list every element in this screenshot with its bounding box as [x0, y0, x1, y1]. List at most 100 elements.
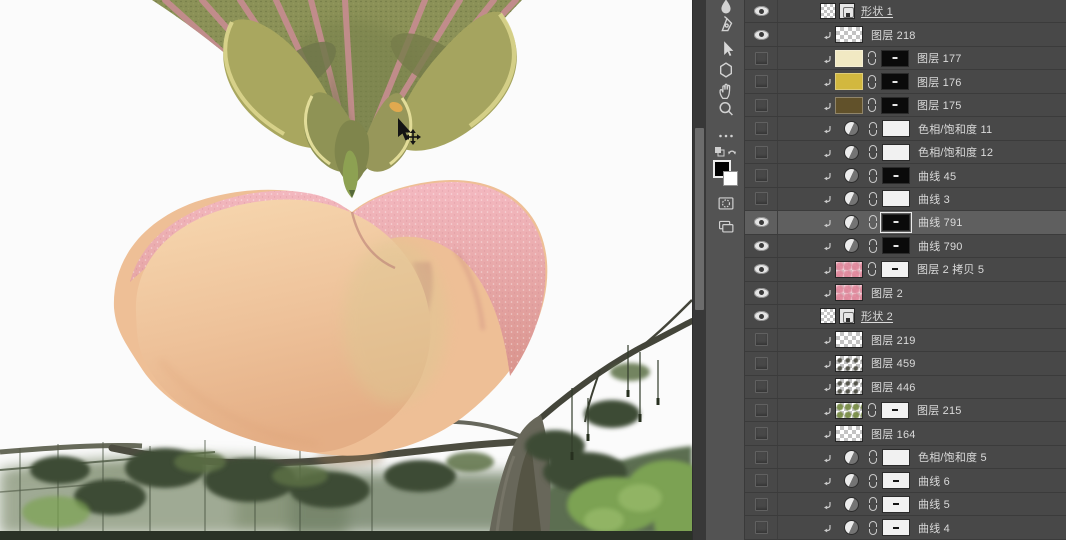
layer-row[interactable]: 曲线 4 — [745, 516, 1066, 540]
layer-visibility-toggle[interactable] — [745, 23, 778, 46]
layer-mask-thumbnail[interactable] — [881, 96, 909, 114]
layer-mask-thumbnail[interactable] — [881, 401, 909, 419]
layer-row[interactable]: 曲线 3 — [745, 187, 1066, 212]
layer-thumbnail[interactable] — [835, 49, 863, 67]
document-canvas[interactable] — [0, 0, 692, 540]
layer-name[interactable]: 图层 2 — [871, 285, 903, 301]
layer-mask-thumbnail[interactable] — [882, 237, 910, 255]
layer-thumbnail[interactable] — [835, 354, 863, 372]
layer-visibility-toggle[interactable] — [745, 422, 778, 445]
layer-visibility-toggle[interactable] — [745, 70, 778, 93]
layer-thumbnail[interactable] — [835, 96, 863, 114]
layer-visibility-toggle[interactable] — [745, 352, 778, 375]
adjustment-layer-icon[interactable] — [844, 168, 859, 184]
layer-visibility-toggle[interactable] — [745, 258, 778, 281]
layer-name[interactable]: 图层 446 — [871, 379, 916, 395]
layer-visibility-toggle[interactable] — [745, 187, 778, 211]
layer-row[interactable]: 图层 164 — [745, 422, 1066, 446]
layer-name[interactable]: 曲线 791 — [918, 214, 963, 230]
layer-row[interactable]: 图层 2 拷贝 5 — [745, 258, 1066, 282]
layer-visibility-toggle[interactable] — [745, 0, 778, 23]
canvas-scrollbar[interactable] — [692, 0, 706, 540]
layer-row[interactable]: 图层 176 — [745, 70, 1066, 94]
layer-name[interactable]: 色相/饱和度 12 — [918, 144, 993, 160]
layer-name[interactable]: 图层 164 — [871, 426, 916, 442]
layer-row[interactable]: 色相/饱和度 5 — [745, 445, 1066, 470]
layer-name[interactable]: 曲线 5 — [918, 496, 950, 512]
layer-row[interactable]: 曲线 45 — [745, 164, 1066, 188]
layer-mask-thumbnail[interactable] — [882, 448, 910, 466]
adjustment-layer-icon[interactable] — [844, 191, 859, 207]
layer-row[interactable]: 曲线 5 — [745, 492, 1066, 517]
layer-thumbnail[interactable] — [835, 260, 863, 278]
layer-row[interactable]: 曲线 791 — [745, 211, 1066, 235]
layer-row[interactable]: 色相/饱和度 11 — [745, 117, 1066, 141]
layer-name[interactable]: 形状 1 — [861, 3, 893, 19]
screen-mode-icon[interactable] — [713, 214, 738, 238]
layer-visibility-toggle[interactable] — [745, 234, 778, 258]
layer-name[interactable]: 图层 218 — [871, 27, 916, 43]
layer-name[interactable]: 形状 2 — [861, 308, 893, 324]
layer-mask-thumbnail[interactable] — [881, 73, 909, 91]
layer-name[interactable]: 图层 2 拷贝 5 — [917, 261, 984, 277]
layer-mask-thumbnail[interactable] — [882, 519, 910, 537]
layer-row[interactable]: 图层 2 — [745, 281, 1066, 306]
layer-name[interactable]: 曲线 4 — [918, 520, 950, 536]
layer-visibility-toggle[interactable] — [745, 93, 778, 117]
layer-visibility-toggle[interactable] — [745, 211, 778, 234]
layer-mask-thumbnail[interactable] — [882, 143, 910, 161]
layer-row[interactable]: 图层 177 — [745, 46, 1066, 71]
layer-row[interactable]: 图层 459 — [745, 352, 1066, 376]
zoom-tool-icon[interactable] — [713, 97, 738, 121]
adjustment-layer-icon[interactable] — [844, 473, 859, 489]
layer-name[interactable]: 曲线 6 — [918, 473, 950, 489]
adjustment-layer-icon[interactable] — [844, 144, 859, 160]
layer-row[interactable]: 形状 2 — [745, 305, 1066, 329]
layer-row[interactable]: 色相/饱和度 12 — [745, 140, 1066, 165]
quick-mask-icon[interactable] — [713, 191, 738, 215]
layer-row[interactable]: 图层 219 — [745, 328, 1066, 353]
layer-thumbnail[interactable] — [835, 26, 863, 44]
layer-row[interactable]: 图层 446 — [745, 375, 1066, 399]
layer-row[interactable]: 形状 1 — [745, 0, 1066, 24]
layer-name[interactable]: 色相/饱和度 11 — [918, 121, 992, 137]
adjustment-layer-icon[interactable] — [844, 121, 859, 137]
vector-mask-thumbnail[interactable] — [839, 3, 855, 20]
layer-visibility-toggle[interactable] — [745, 492, 778, 516]
layer-name[interactable]: 图层 175 — [917, 97, 962, 113]
layer-mask-thumbnail[interactable] — [882, 167, 910, 185]
layer-name[interactable]: 曲线 45 — [918, 168, 956, 184]
layer-thumbnail[interactable] — [820, 3, 836, 20]
layer-visibility-toggle[interactable] — [745, 164, 778, 187]
layer-name[interactable]: 图层 459 — [871, 355, 916, 371]
layer-visibility-toggle[interactable] — [745, 398, 778, 422]
layer-visibility-toggle[interactable] — [745, 445, 778, 469]
layer-visibility-toggle[interactable] — [745, 305, 778, 328]
adjustment-layer-icon[interactable] — [844, 214, 859, 230]
adjustment-layer-icon[interactable] — [844, 496, 859, 512]
layer-row[interactable]: 图层 215 — [745, 398, 1066, 423]
layer-thumbnail[interactable] — [835, 284, 863, 302]
pen-tool-icon[interactable] — [713, 14, 738, 38]
layer-name[interactable]: 图层 215 — [917, 402, 962, 418]
layer-mask-thumbnail[interactable] — [880, 211, 912, 233]
layer-mask-thumbnail[interactable] — [882, 120, 910, 138]
layer-mask-thumbnail[interactable] — [881, 260, 909, 278]
layer-thumbnail[interactable] — [835, 331, 863, 349]
layer-mask-thumbnail[interactable] — [882, 190, 910, 208]
layer-row[interactable]: 图层 175 — [745, 93, 1066, 118]
layer-row[interactable]: 曲线 6 — [745, 469, 1066, 493]
layer-visibility-toggle[interactable] — [745, 140, 778, 164]
layer-mask-thumbnail[interactable] — [882, 495, 910, 513]
layer-name[interactable]: 色相/饱和度 5 — [918, 449, 987, 465]
layer-visibility-toggle[interactable] — [745, 281, 778, 305]
layer-visibility-toggle[interactable] — [745, 117, 778, 140]
adjustment-layer-icon[interactable] — [844, 238, 859, 254]
layer-mask-thumbnail[interactable] — [882, 472, 910, 490]
layer-thumbnail[interactable] — [835, 425, 863, 443]
layer-name[interactable]: 图层 219 — [871, 332, 916, 348]
default-colors-icon[interactable] — [713, 145, 738, 161]
layer-thumbnail[interactable] — [835, 378, 863, 396]
layer-mask-thumbnail[interactable] — [881, 49, 909, 67]
layer-visibility-toggle[interactable] — [745, 469, 778, 492]
